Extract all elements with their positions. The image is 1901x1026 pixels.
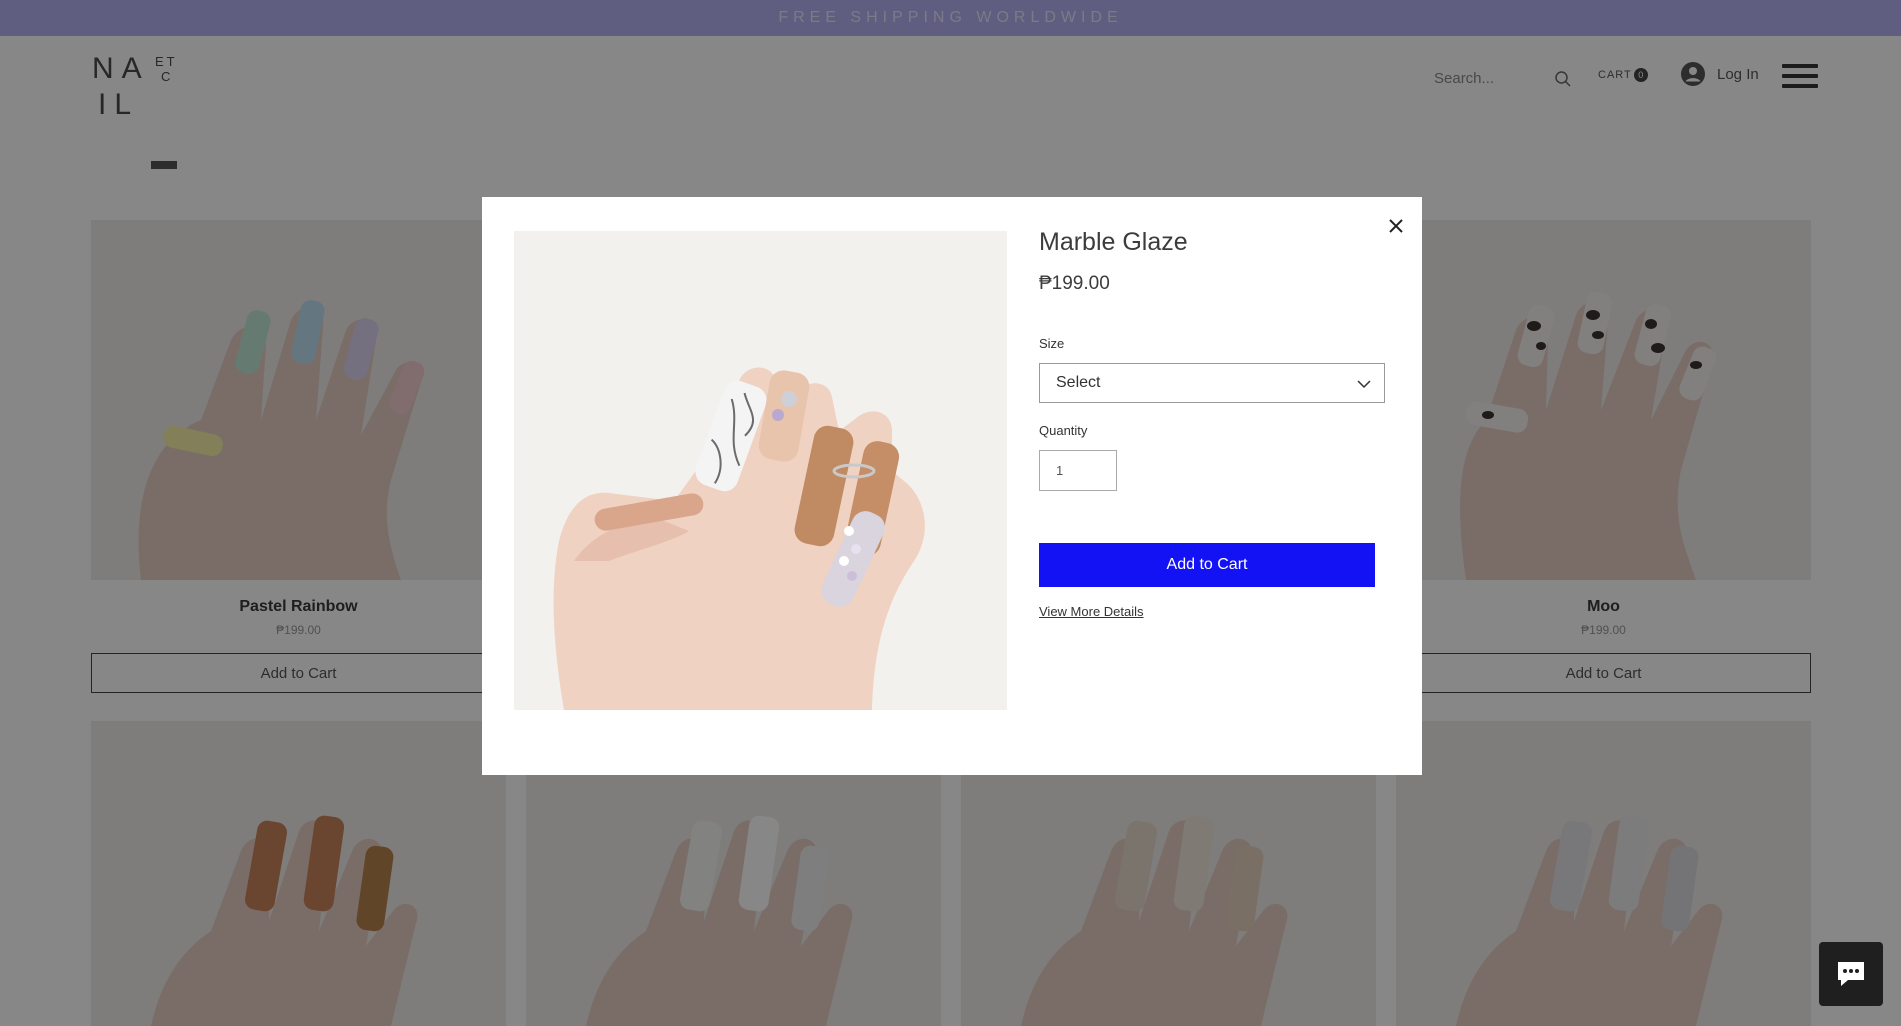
size-select[interactable]: Select [1039, 363, 1385, 403]
hand-illustration [553, 367, 925, 710]
quantity-input[interactable] [1039, 450, 1117, 491]
quantity-label: Quantity [1039, 423, 1088, 438]
product-image[interactable] [514, 231, 1007, 710]
close-icon[interactable] [1384, 214, 1408, 238]
chat-icon [1838, 962, 1864, 986]
add-to-cart-button[interactable]: Add to Cart [1039, 543, 1375, 587]
chevron-down-icon [1357, 380, 1371, 389]
product-title: Marble Glaze [1039, 228, 1188, 256]
size-select-value: Select [1056, 374, 1101, 391]
chat-button[interactable] [1819, 942, 1883, 1006]
size-label: Size [1039, 336, 1065, 351]
view-more-details-link[interactable]: View More Details [1039, 604, 1144, 619]
product-price: ₱199.00 [1039, 273, 1110, 294]
quick-view-modal: Marble Glaze ₱199.00 Size Select Quantit… [482, 197, 1422, 775]
